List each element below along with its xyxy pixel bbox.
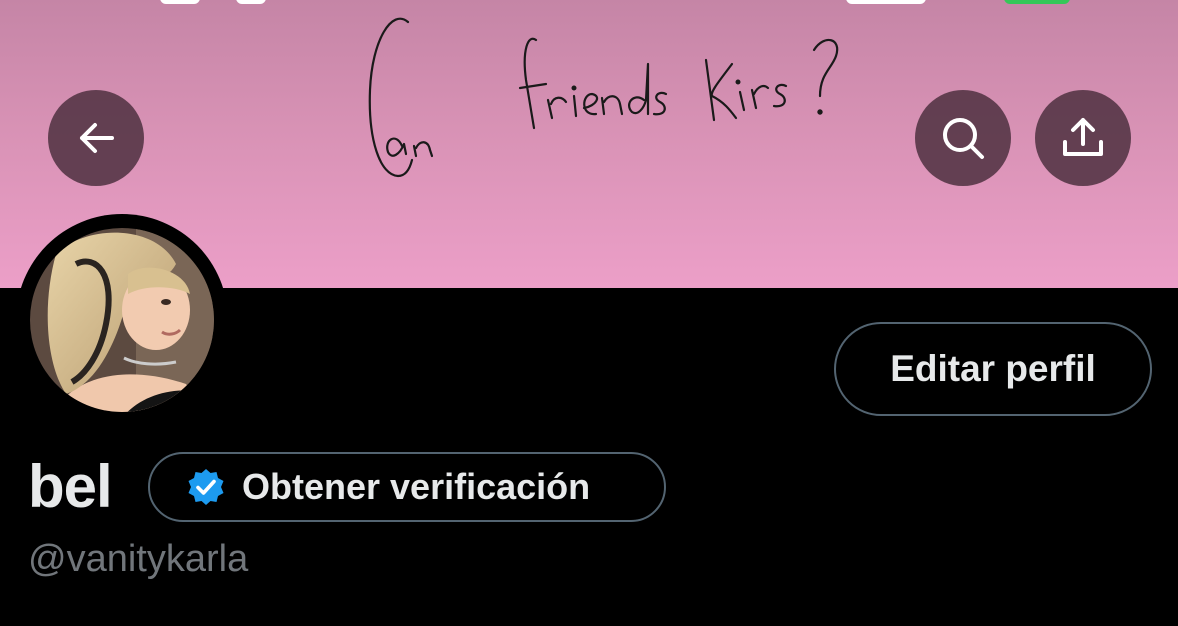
banner-handwriting-image xyxy=(368,17,839,178)
edit-profile-button[interactable]: Editar perfil xyxy=(834,322,1152,416)
search-button[interactable] xyxy=(915,90,1011,186)
get-verified-label: Obtener verificación xyxy=(242,466,591,507)
edit-profile-label: Editar perfil xyxy=(890,348,1096,389)
status-bar-time-fragment xyxy=(160,0,200,4)
back-button[interactable] xyxy=(48,90,144,186)
status-bar-time-fragment xyxy=(236,0,266,4)
search-icon xyxy=(943,118,984,159)
avatar-photo xyxy=(18,216,226,424)
battery-icon xyxy=(1004,0,1070,4)
display-name: bel xyxy=(28,453,113,520)
get-verified-button[interactable]: Obtener verificación xyxy=(148,452,666,522)
verified-badge-icon xyxy=(188,469,224,505)
share-upload-icon xyxy=(1063,118,1103,156)
user-handle: @vanitykarla xyxy=(28,538,249,580)
share-button[interactable] xyxy=(1035,90,1131,186)
avatar[interactable] xyxy=(16,214,228,426)
arrow-left-icon xyxy=(80,123,114,153)
